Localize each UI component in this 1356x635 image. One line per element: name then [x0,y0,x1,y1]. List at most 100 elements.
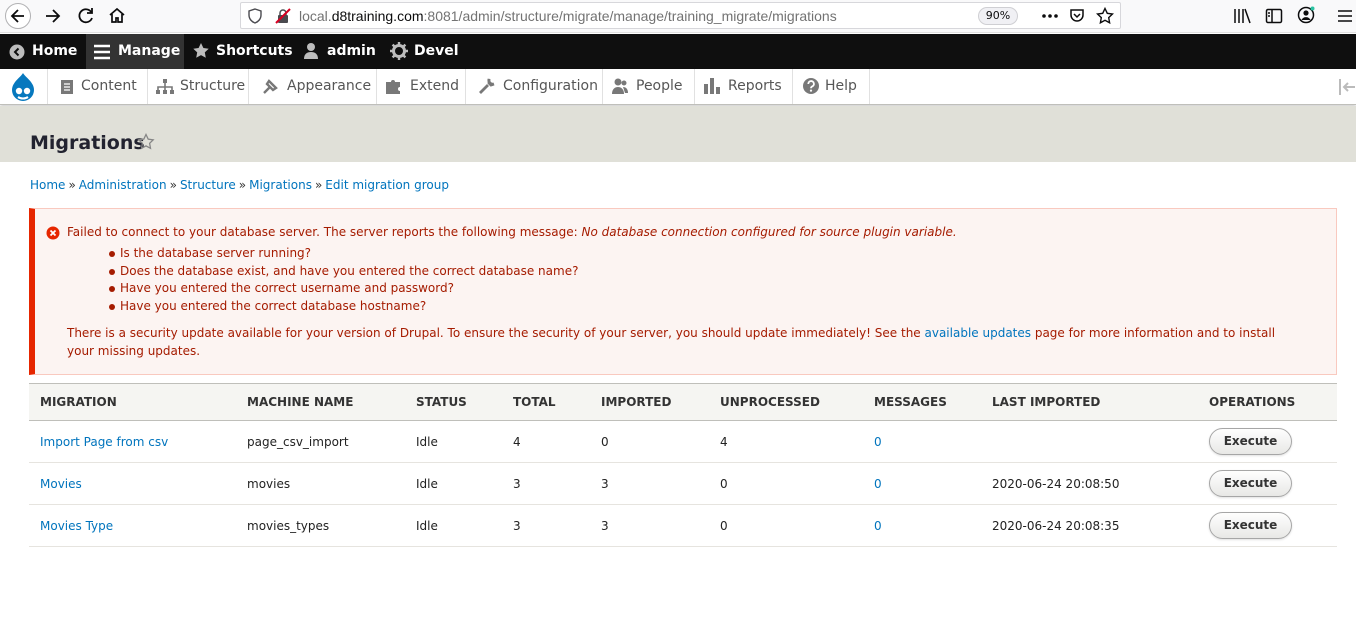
column-header: MESSAGES [863,383,981,421]
column-header: MACHINE NAME [236,383,405,421]
list-item: Is the database server running? [105,245,578,263]
admin-manage-tab[interactable]: Manage [86,34,184,69]
breadcrumb-structure[interactable]: Structure [180,178,236,192]
admin-devel-label: Devel [414,43,459,59]
error-bullet-list: Is the database server running? Does the… [105,245,578,316]
tray-item-people[interactable]: People [603,69,695,104]
execute-button[interactable]: Execute [1209,428,1292,455]
security-text-before: There is a security update available for… [67,326,925,340]
hamburger-icon [94,44,110,60]
tray-item-reports-label: Reports [728,78,782,94]
list-item: Have you entered the correct username an… [105,280,578,298]
zoom-level-badge[interactable]: 90% [978,7,1018,25]
breadcrumb-home[interactable]: Home [30,178,65,192]
available-updates-link[interactable]: available updates [925,326,1032,340]
breadcrumb-migrations[interactable]: Migrations [249,178,312,192]
admin-toolbar: Home Manage Shortcuts admin Devel [0,34,1356,69]
page-header: Migrations [0,106,1356,162]
column-header: UNPROCESSED [709,383,863,421]
breadcrumb: Home» Administration» Structure» Migrations… [30,178,449,192]
migration-link[interactable]: Movies [40,477,82,491]
column-header: STATUS [405,383,502,421]
execute-button[interactable]: Execute [1209,512,1292,539]
drupal-logo-link[interactable] [0,69,48,104]
more-actions-icon[interactable] [1041,8,1059,24]
imported-cell: 3 [590,504,709,547]
wrench-icon [479,78,495,94]
error-lead: Failed to connect to your database serve… [67,225,957,239]
reports-icon [704,78,720,94]
status-cell: Idle [405,462,502,505]
admin-devel-tab[interactable]: Devel [389,34,461,69]
admin-user-tab[interactable]: admin [302,34,382,69]
tray-item-configuration[interactable]: Configuration [466,69,603,104]
extend-icon [386,80,400,94]
status-cell: Idle [405,420,502,463]
orientation-toggle-icon[interactable] [1338,79,1356,95]
people-icon [612,78,628,94]
column-header: TOTAL [502,383,590,421]
status-cell: Idle [405,504,502,547]
execute-button[interactable]: Execute [1209,470,1292,497]
error-lead-text: Failed to connect to your database serve… [67,225,582,239]
tray-item-structure-label: Structure [180,78,246,94]
back-button[interactable] [5,3,31,29]
tray-item-structure[interactable]: Structure [148,69,249,104]
tray-item-configuration-label: Configuration [503,78,598,94]
column-header: MIGRATION [29,383,236,421]
menu-icon[interactable] [1337,8,1353,24]
machine-name-cell: movies [236,462,405,505]
tray-item-help[interactable]: Help [793,69,870,104]
shortcut-star-icon[interactable] [137,133,155,151]
reload-icon [78,8,93,24]
unprocessed-cell: 4 [709,420,863,463]
total-cell: 3 [502,462,590,505]
tray-item-content[interactable]: Content [48,69,148,104]
breadcrumb-edit-migration-group[interactable]: Edit migration group [325,178,449,192]
tray-item-content-label: Content [81,78,137,94]
imported-cell: 0 [590,420,709,463]
migration-link[interactable]: Import Page from csv [40,435,168,449]
sidebar-icon[interactable] [1265,8,1283,24]
list-item: Does the database exist, and have you en… [105,263,578,281]
admin-home-link[interactable]: Home [0,34,82,69]
gear-icon [390,42,408,60]
admin-shortcuts-label: Shortcuts [216,43,293,59]
security-update-notice: There is a security update available for… [67,324,1297,360]
reload-button[interactable] [73,3,99,29]
migration-link[interactable]: Movies Type [40,519,113,533]
last-imported-cell: 2020-06-24 20:08:50 [981,462,1198,505]
tray-item-appearance-label: Appearance [287,78,372,94]
address-bar[interactable]: local.d8training.com:8081/admin/structur… [240,2,1121,29]
breadcrumb-administration[interactable]: Administration [79,178,167,192]
admin-shortcuts-tab[interactable]: Shortcuts [191,34,293,69]
account-icon[interactable] [1297,6,1315,24]
insecure-lock-icon [275,8,291,24]
machine-name-cell: page_csv_import [236,420,405,463]
forward-button[interactable] [40,3,66,29]
error-icon [46,226,60,240]
unprocessed-cell: 0 [709,504,863,547]
pocket-icon[interactable] [1069,8,1085,24]
arrow-right-icon [46,9,61,23]
messages-link[interactable]: 0 [874,519,882,533]
messages-link[interactable]: 0 [874,435,882,449]
machine-name-cell: movies_types [236,504,405,547]
help-icon [803,78,819,94]
browser-toolbar: local.d8training.com:8081/admin/structur… [0,0,1356,33]
library-icon[interactable] [1233,8,1251,24]
admin-tray: Content Structure Appearance Extend Conf… [0,69,1356,105]
user-icon [304,43,318,59]
admin-home-label: Home [32,43,78,59]
tray-item-extend[interactable]: Extend [377,69,466,104]
error-message: Failed to connect to your database serve… [29,208,1337,375]
bookmark-star-icon[interactable] [1096,7,1114,25]
home-button[interactable] [104,3,130,29]
messages-link[interactable]: 0 [874,477,882,491]
last-imported-cell [981,420,1198,463]
imported-cell: 3 [590,462,709,505]
chevron-left-circle-icon [9,44,25,60]
total-cell: 4 [502,420,590,463]
tray-item-reports[interactable]: Reports [695,69,793,104]
tray-item-appearance[interactable]: Appearance [249,69,377,104]
